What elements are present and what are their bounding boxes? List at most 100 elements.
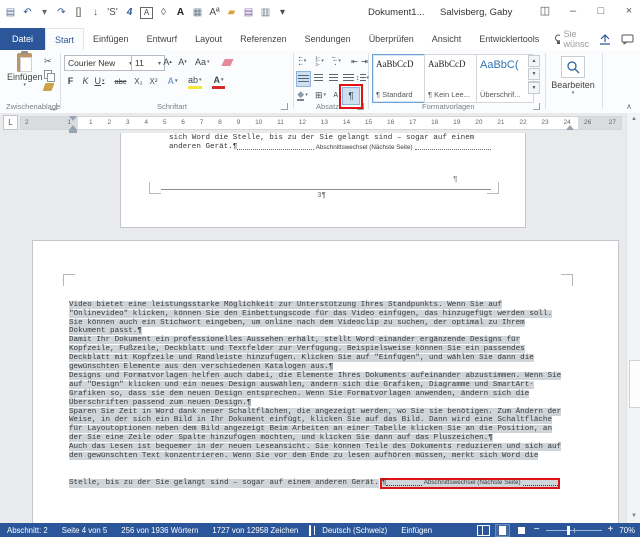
status-insert-mode[interactable]: Einfügen: [394, 526, 439, 535]
cut-icon[interactable]: ✂: [44, 56, 54, 67]
font-color-button[interactable]: A▾: [212, 74, 225, 89]
grow-font-button[interactable]: A▴: [161, 55, 174, 69]
align-right-button[interactable]: [327, 71, 340, 85]
bold-button[interactable]: F: [64, 74, 77, 88]
font-name-combobox[interactable]: Courier New▾: [64, 55, 136, 71]
style-kein-leerraum[interactable]: AaBbCcD ¶ Kein Lee...: [424, 54, 482, 103]
tell-me-box[interactable]: Sie wünsc: [548, 28, 598, 50]
scroll-down-icon[interactable]: ▼: [627, 510, 640, 523]
tab-sendungen[interactable]: Sendungen: [296, 28, 360, 50]
underline-button[interactable]: U▾: [93, 74, 106, 88]
bullets-button[interactable]: •– •– •–▾: [296, 54, 309, 68]
styles-scroll-down-icon[interactable]: ▼: [528, 68, 540, 80]
zoom-in-button[interactable]: +: [608, 525, 614, 535]
line-spacing-button[interactable]: ↕▾: [356, 71, 369, 85]
paste-button[interactable]: Einfügen ▾: [7, 53, 43, 88]
borders-button[interactable]: ⊞▾: [314, 88, 327, 102]
right-indent-marker[interactable]: [566, 125, 574, 130]
zoom-level[interactable]: 70%: [619, 526, 635, 535]
paste-special-icon[interactable]: ▥: [259, 7, 272, 19]
justify-button[interactable]: [342, 71, 355, 85]
restore-icon[interactable]: □: [594, 5, 608, 17]
shrink-font-button[interactable]: A▾: [176, 55, 189, 69]
qat-customize-icon[interactable]: ▾: [276, 7, 289, 19]
zoom-out-button[interactable]: −: [534, 525, 540, 535]
boxed-a-macro-icon[interactable]: A: [140, 7, 153, 19]
format-painter-icon[interactable]: [43, 83, 55, 91]
vertical-scrollbar[interactable]: ▲ ▼: [626, 113, 640, 523]
status-page[interactable]: Seite 4 von 5: [55, 526, 115, 535]
page-2[interactable]: Video bietet eine leistungsstarke Möglic…: [32, 240, 619, 523]
zoom-slider-handle[interactable]: [567, 526, 570, 535]
style-ueberschrift[interactable]: AaBbC( Überschrif...: [476, 54, 534, 103]
ink-bucket-macro-icon[interactable]: ◊: [157, 7, 170, 19]
tab-entwicklertools[interactable]: Entwicklertools: [470, 28, 548, 50]
tab-ueberpruefen[interactable]: Überprüfen: [360, 28, 423, 50]
editing-button[interactable]: Bearbeiten ▾: [550, 56, 596, 96]
down-arrow-macro-icon[interactable]: ↓: [89, 7, 102, 19]
superscript-a-macro-icon[interactable]: Aª: [208, 7, 221, 19]
paste-dropdown-icon[interactable]: ▾: [24, 82, 27, 88]
italic-button[interactable]: K: [79, 74, 92, 88]
styles-scroll-up-icon[interactable]: ▲: [528, 55, 540, 67]
tab-layout[interactable]: Layout: [186, 28, 231, 50]
superscript-button[interactable]: X²: [147, 74, 160, 88]
styles-more-icon[interactable]: ▼: [528, 81, 540, 94]
clipboard-dialog-launcher[interactable]: [50, 103, 57, 110]
italic-4-macro-icon[interactable]: 4: [123, 7, 136, 19]
quoted-s-macro-icon[interactable]: 'S': [106, 7, 119, 19]
document-area[interactable]: sich Word die Stelle, bis zu der Sie gel…: [0, 133, 626, 523]
table-macro-icon[interactable]: ▦: [191, 7, 204, 19]
scrollbar-thumb[interactable]: [629, 360, 640, 408]
change-case-button[interactable]: Aa▾: [195, 55, 210, 69]
comments-icon[interactable]: [621, 34, 634, 45]
font-size-combobox[interactable]: 11▾: [131, 55, 165, 71]
tab-stop-selector[interactable]: L: [3, 115, 18, 130]
save-as-purple-icon[interactable]: ▤: [242, 7, 255, 19]
open-folder-icon[interactable]: ▰: [225, 7, 238, 19]
undo-dropdown-icon[interactable]: ▾: [38, 7, 51, 19]
align-center-button[interactable]: [312, 71, 325, 85]
share-icon[interactable]: [598, 33, 611, 45]
signed-in-user[interactable]: Salvisberg, Gaby: [440, 7, 512, 18]
styles-dialog-launcher[interactable]: [533, 103, 540, 110]
tab-ansicht[interactable]: Ansicht: [423, 28, 471, 50]
redo-icon[interactable]: ↷: [55, 7, 68, 19]
tab-einfuegen[interactable]: Einfügen: [84, 28, 138, 50]
numbering-button[interactable]: 1– 2– 3–▾: [313, 54, 326, 68]
multilevel-list-button[interactable]: •– •– •▾: [330, 54, 343, 68]
minimize-icon[interactable]: –: [566, 5, 580, 17]
paragraph-dialog-launcher[interactable]: [357, 103, 364, 110]
editing-dropdown-icon[interactable]: ▾: [572, 90, 575, 96]
tab-referenzen[interactable]: Referenzen: [231, 28, 296, 50]
tab-datei[interactable]: Datei: [0, 28, 45, 50]
tab-start[interactable]: Start: [45, 28, 84, 50]
status-char-count[interactable]: 1727 von 12958 Zeichen: [205, 526, 305, 535]
close-icon[interactable]: ×: [622, 5, 636, 17]
collapse-ribbon-icon[interactable]: ∧: [626, 102, 632, 111]
clear-formatting-button[interactable]: [221, 55, 234, 69]
bracket-macro-icon[interactable]: []: [72, 7, 85, 19]
ribbon-display-options-icon[interactable]: ◫: [538, 4, 552, 17]
web-layout-view-button[interactable]: [515, 525, 528, 536]
scroll-up-icon[interactable]: ▲: [627, 113, 640, 126]
status-word-count[interactable]: 256 von 1936 Wörtern: [114, 526, 205, 535]
status-language[interactable]: Deutsch (Schweiz): [315, 526, 394, 535]
increase-indent-button[interactable]: ⇥: [358, 54, 371, 68]
tab-entwurf[interactable]: Entwurf: [138, 28, 187, 50]
print-layout-view-button[interactable]: [496, 525, 509, 536]
text-effects-button[interactable]: A▾: [166, 74, 179, 88]
undo-icon[interactable]: ↶: [21, 7, 34, 19]
status-section[interactable]: Abschnitt: 2: [0, 526, 55, 535]
proofing-status-icon[interactable]: [305, 526, 315, 535]
save-icon[interactable]: ▤: [4, 7, 17, 19]
read-mode-view-button[interactable]: [477, 525, 490, 536]
text-highlight-button[interactable]: ab▾: [188, 74, 202, 89]
shading-button[interactable]: ◆▾: [296, 88, 309, 102]
bold-a-macro-icon[interactable]: A: [174, 7, 187, 19]
align-left-button[interactable]: [296, 71, 311, 87]
copy-icon[interactable]: [44, 70, 54, 80]
page-1[interactable]: sich Word die Stelle, bis zu der Sie gel…: [120, 133, 526, 228]
style-standard[interactable]: AaBbCcD ¶ Standard: [372, 54, 430, 103]
first-line-indent-marker[interactable]: [69, 116, 77, 121]
